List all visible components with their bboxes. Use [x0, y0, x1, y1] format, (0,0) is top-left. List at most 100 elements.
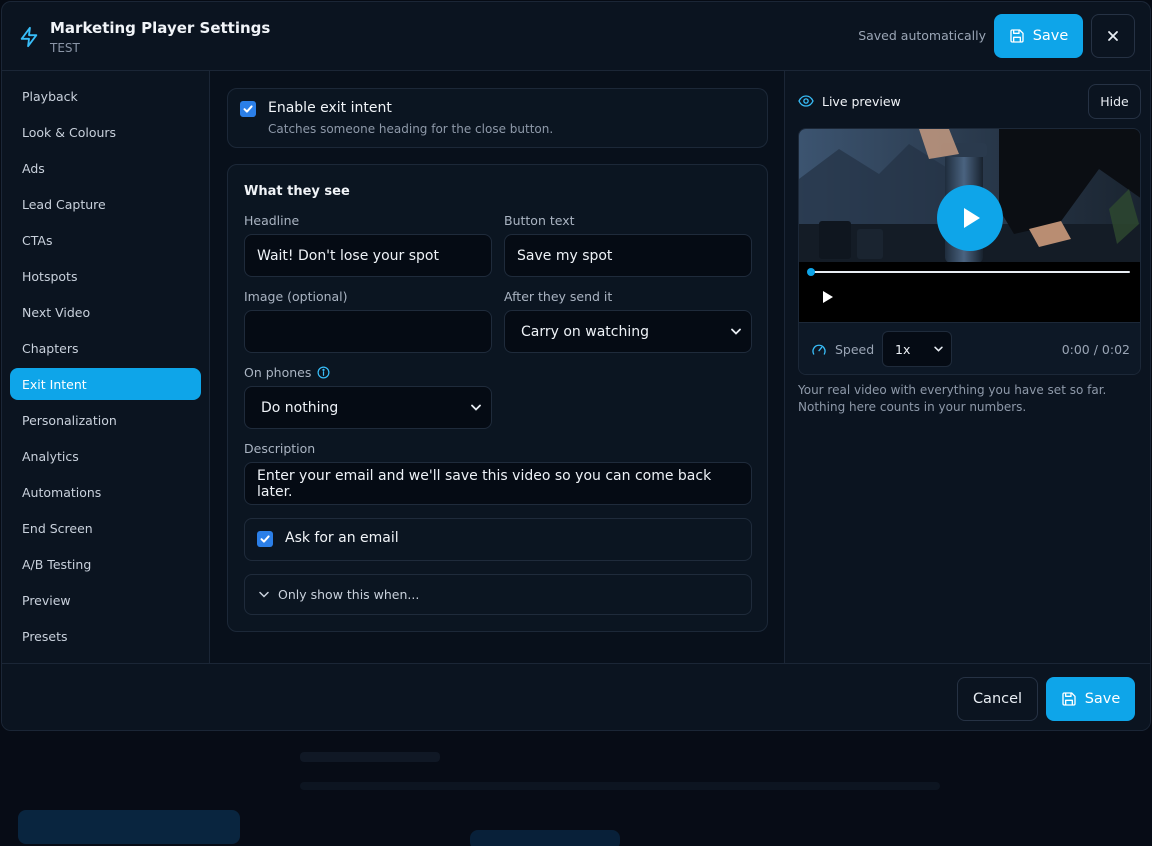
- play-icon[interactable]: [822, 290, 834, 304]
- sidebar-item-ads[interactable]: Ads: [10, 152, 201, 184]
- progress-handle[interactable]: [807, 268, 815, 276]
- modal-title: Marketing Player Settings: [50, 19, 271, 37]
- sidebar-item-label: Preview: [22, 592, 71, 608]
- play-icon: [964, 208, 980, 228]
- after-send-value: Carry on watching: [521, 323, 649, 340]
- sidebar-item-label: A/B Testing: [22, 556, 92, 572]
- sidebar-item-exit-intent[interactable]: Exit Intent: [10, 368, 201, 400]
- background-ghost-block: [300, 752, 440, 762]
- saved-status: Saved automatically: [858, 28, 986, 43]
- video-time: 0:00 / 0:02: [1061, 342, 1130, 357]
- enable-exit-intent-help: Catches someone heading for the close bu…: [268, 122, 554, 136]
- video-player: Speed 1x 0:00 / 0:02: [798, 128, 1141, 375]
- speed-select[interactable]: 1x: [882, 331, 952, 367]
- progress-track[interactable]: [810, 271, 1130, 273]
- sidebar-item-look-colours[interactable]: Look & Colours: [10, 116, 201, 148]
- settings-modal: Marketing Player Settings TEST Saved aut…: [1, 1, 1151, 731]
- sidebar-item-next-video[interactable]: Next Video: [10, 296, 201, 328]
- sidebar-item-personalization[interactable]: Personalization: [10, 404, 201, 436]
- sidebar-item-label: Playback: [22, 88, 78, 104]
- description-value: Enter your email and we'll save this vid…: [257, 467, 712, 500]
- button-text-input[interactable]: Save my spot: [504, 234, 752, 277]
- sidebar-item-chapters[interactable]: Chapters: [10, 332, 201, 364]
- close-icon: [1108, 31, 1118, 41]
- hide-preview-button[interactable]: Hide: [1088, 84, 1141, 119]
- conditions-accordion[interactable]: Only show this when...: [244, 574, 752, 615]
- headline-input[interactable]: Wait! Don't lose your spot: [244, 234, 492, 277]
- modal-subtitle: TEST: [50, 41, 80, 55]
- preview-note: Your real video with everything you have…: [798, 383, 1107, 414]
- info-icon[interactable]: [317, 366, 330, 379]
- chevron-down-icon: [259, 591, 269, 598]
- hide-preview-label: Hide: [1100, 94, 1129, 109]
- sidebar-item-label: Chapters: [22, 340, 79, 356]
- sidebar-item-end-screen[interactable]: End Screen: [10, 512, 201, 544]
- enable-exit-intent-card: Enable exit intent Catches someone headi…: [227, 88, 768, 148]
- save-icon: [1010, 29, 1024, 43]
- save-icon: [1062, 692, 1076, 706]
- live-preview-header: Live preview: [798, 93, 901, 109]
- eye-icon: [798, 95, 814, 107]
- button-text-value: Save my spot: [517, 247, 613, 264]
- sidebar-item-label: CTAs: [22, 232, 53, 248]
- sidebar-item-label: Presets: [22, 628, 68, 644]
- background-app: [0, 730, 1152, 846]
- close-button[interactable]: [1091, 14, 1135, 58]
- preview-speed-bar: Speed 1x 0:00 / 0:02: [799, 322, 1140, 374]
- sidebar-item-ab-testing[interactable]: A/B Testing: [10, 548, 201, 580]
- background-ghost-block: [300, 782, 940, 790]
- background-ghost-block: [470, 830, 620, 846]
- conditions-label: Only show this when...: [278, 587, 420, 602]
- on-phones-label: On phones: [244, 365, 312, 380]
- sidebar-item-automations[interactable]: Automations: [10, 476, 201, 508]
- what-they-see-card: What they see Headline Wait! Don't lose …: [227, 164, 768, 632]
- save-button[interactable]: Save: [994, 14, 1083, 58]
- speed-value: 1x: [895, 341, 911, 357]
- headline-value: Wait! Don't lose your spot: [257, 247, 439, 264]
- sidebar-item-hotspots[interactable]: Hotspots: [10, 260, 201, 292]
- check-icon: [243, 105, 253, 113]
- save-button-label: Save: [1032, 28, 1069, 44]
- ask-email-row[interactable]: Ask for an email: [244, 518, 752, 561]
- sidebar-item-analytics[interactable]: Analytics: [10, 440, 201, 472]
- footer-save-label: Save: [1084, 691, 1121, 707]
- chevron-down-icon: [934, 346, 943, 352]
- cancel-button[interactable]: Cancel: [957, 677, 1038, 721]
- on-phones-value: Do nothing: [261, 399, 339, 416]
- ask-email-checkbox[interactable]: [257, 531, 273, 547]
- after-send-select[interactable]: Carry on watching: [504, 310, 752, 353]
- speed-label: Speed: [835, 342, 875, 357]
- sidebar-item-label: Exit Intent: [22, 376, 87, 392]
- description-input[interactable]: Enter your email and we'll save this vid…: [244, 462, 752, 505]
- live-preview-title: Live preview: [822, 93, 901, 109]
- image-label: Image (optional): [244, 289, 348, 304]
- enable-exit-intent-checkbox[interactable]: [240, 101, 256, 117]
- sidebar-item-playback[interactable]: Playback: [10, 80, 201, 112]
- image-input[interactable]: [244, 310, 492, 353]
- cancel-button-label: Cancel: [972, 691, 1023, 707]
- big-play-button[interactable]: [937, 185, 1003, 251]
- settings-sidebar: Playback Look & Colours Ads Lead Capture…: [2, 71, 210, 663]
- sidebar-item-label: Next Video: [22, 304, 91, 320]
- on-phones-label-row: On phones: [244, 365, 330, 380]
- sidebar-item-label: Automations: [22, 484, 102, 500]
- sidebar-item-presets[interactable]: Presets: [10, 620, 201, 652]
- settings-content: Enable exit intent Catches someone headi…: [210, 71, 784, 663]
- section-title: What they see: [244, 184, 350, 199]
- sidebar-item-lead-capture[interactable]: Lead Capture: [10, 188, 201, 220]
- on-phones-select[interactable]: Do nothing: [244, 386, 492, 429]
- modal-header: Marketing Player Settings TEST Saved aut…: [2, 2, 1150, 71]
- video-controls: [799, 262, 1140, 322]
- bolt-icon: [20, 26, 38, 48]
- chevron-down-icon: [471, 404, 481, 411]
- sidebar-item-label: Ads: [22, 160, 45, 176]
- gauge-icon: [812, 344, 826, 355]
- background-ghost-block: [18, 810, 240, 844]
- sidebar-item-label: Lead Capture: [22, 196, 106, 212]
- chevron-down-icon: [731, 328, 741, 335]
- sidebar-item-preview[interactable]: Preview: [10, 584, 201, 616]
- button-text-label: Button text: [504, 213, 575, 228]
- sidebar-item-label: Analytics: [22, 448, 79, 464]
- footer-save-button[interactable]: Save: [1046, 677, 1135, 721]
- sidebar-item-ctas[interactable]: CTAs: [10, 224, 201, 256]
